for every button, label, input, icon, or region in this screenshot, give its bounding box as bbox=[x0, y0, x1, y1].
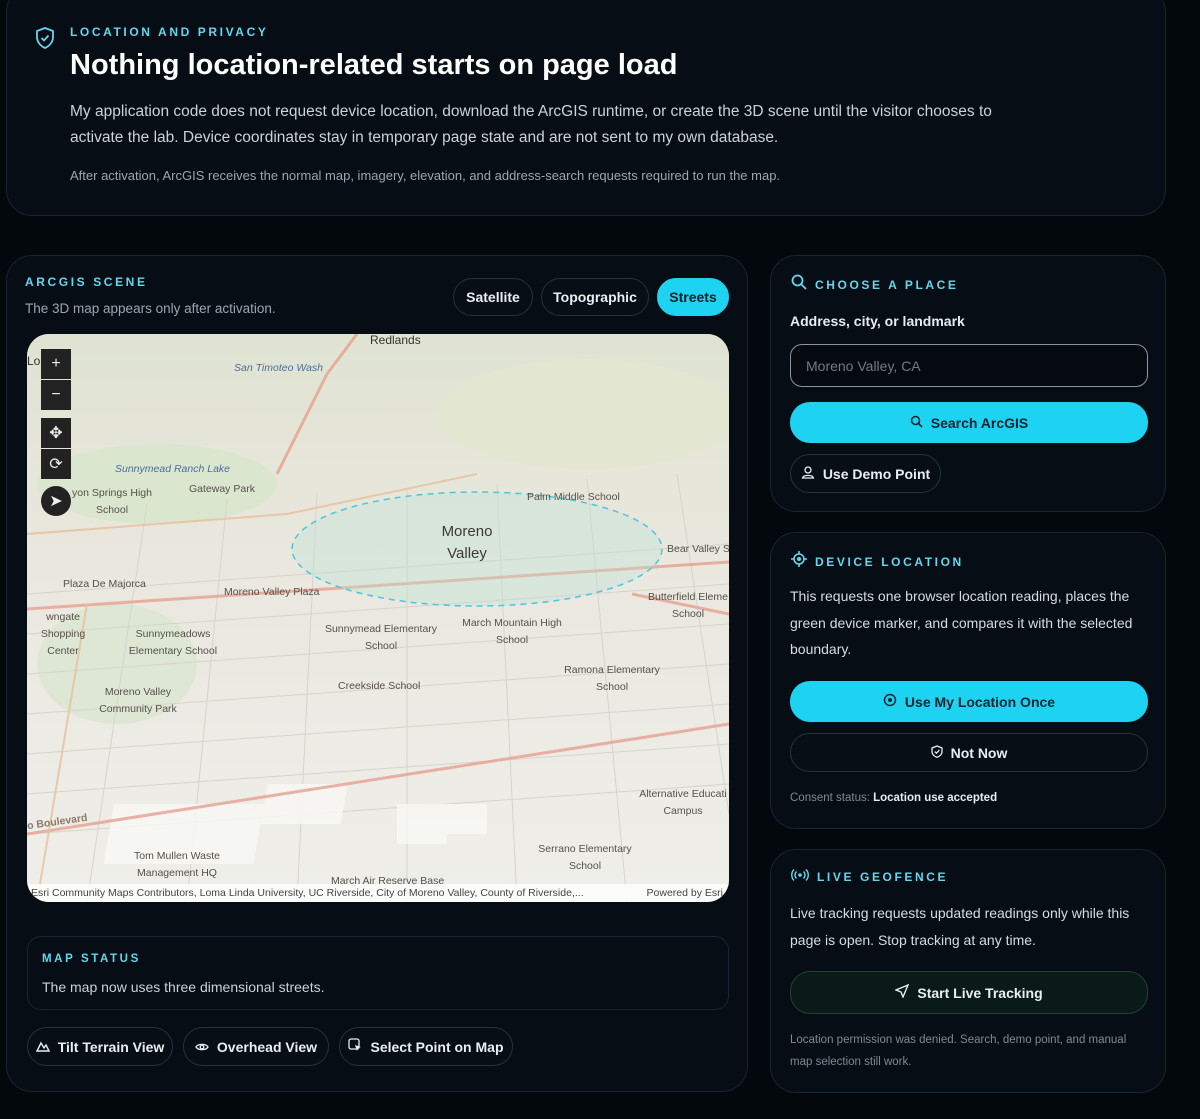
not-now-label: Not Now bbox=[950, 744, 1008, 761]
powered-by-esri-link[interactable]: Powered by Esri bbox=[647, 887, 723, 899]
not-now-button[interactable]: Not Now bbox=[790, 733, 1148, 772]
eye-icon bbox=[195, 1039, 209, 1055]
tilt-terrain-button[interactable]: Tilt Terrain View bbox=[27, 1027, 173, 1066]
live-geofence-panel: LIVE GEOFENCE Live tracking requests upd… bbox=[770, 849, 1166, 1093]
consent-status-prefix: Consent status: bbox=[790, 792, 870, 804]
start-live-tracking-button[interactable]: Start Live Tracking bbox=[790, 971, 1148, 1014]
start-live-tracking-label: Start Live Tracking bbox=[917, 984, 1043, 1001]
device-location-eyebrow: DEVICE LOCATION bbox=[815, 554, 964, 569]
map-attribution: Esri Community Maps Contributors, Loma L… bbox=[27, 884, 729, 902]
search-icon bbox=[791, 274, 807, 295]
map-label: March Mountain High School bbox=[462, 617, 562, 646]
basemap-streets-button[interactable]: Streets bbox=[657, 278, 729, 316]
privacy-eyebrow: LOCATION AND PRIVACY bbox=[70, 25, 269, 39]
mountain-icon bbox=[35, 1039, 50, 1055]
permission-denied-note: Location permission was denied. Search, … bbox=[790, 1034, 1127, 1068]
attribution-text: Esri Community Maps Contributors, Loma L… bbox=[31, 887, 584, 899]
map-status-text: The map now uses three dimensional stree… bbox=[42, 979, 325, 995]
map-label: Bear Valley S bbox=[667, 543, 729, 555]
map-label: Ramona Elementary School bbox=[564, 664, 660, 693]
overhead-view-label: Overhead View bbox=[216, 1038, 318, 1055]
address-search-input[interactable] bbox=[790, 344, 1148, 387]
map-canvas bbox=[27, 334, 729, 902]
page-title: Nothing location-related starts on page … bbox=[70, 49, 678, 81]
device-location-body: This requests one browser location readi… bbox=[790, 588, 1133, 657]
map-label: Moreno Valley Community Park bbox=[99, 686, 177, 715]
tilt-terrain-label: Tilt Terrain View bbox=[57, 1038, 165, 1055]
map-label-city: Moreno Valley bbox=[441, 523, 493, 562]
shield-check-icon bbox=[930, 744, 943, 761]
basemap-topographic-button[interactable]: Topographic bbox=[541, 278, 649, 316]
privacy-body: My application code does not request dev… bbox=[70, 103, 992, 146]
map-label: Alternative Educati Campus bbox=[639, 788, 727, 817]
choose-place-eyebrow: CHOOSE A PLACE bbox=[815, 277, 959, 292]
select-point-label: Select Point on Map bbox=[370, 1038, 504, 1055]
consent-status: Consent status: Location use accepted bbox=[790, 787, 997, 809]
search-icon bbox=[910, 415, 923, 431]
map-label: Sunnymeadows Elementary School bbox=[128, 628, 218, 657]
compass-icon: ➤ bbox=[49, 493, 63, 510]
address-field-label: Address, city, or landmark bbox=[790, 313, 965, 329]
map-label: Butterfield Eleme School bbox=[648, 591, 728, 620]
scene-subtitle: The 3D map appears only after activation… bbox=[25, 301, 276, 316]
arcgis-scene-panel: ARCGIS SCENE The 3D map appears only aft… bbox=[6, 255, 748, 1092]
live-geofence-body: Live tracking requests updated readings … bbox=[790, 905, 1130, 948]
map-label: Serrano Elementary School bbox=[538, 843, 632, 872]
map-status-eyebrow: MAP STATUS bbox=[42, 953, 141, 965]
overhead-view-button[interactable]: Overhead View bbox=[183, 1027, 329, 1066]
move-icon: ✥ bbox=[49, 425, 63, 442]
user-pin-icon bbox=[801, 465, 815, 482]
map-label: Plaza De Majorca bbox=[63, 578, 146, 590]
shield-check-icon bbox=[35, 27, 55, 54]
basemap-satellite-button[interactable]: Satellite bbox=[453, 278, 533, 316]
privacy-panel: LOCATION AND PRIVACY Nothing location-re… bbox=[6, 0, 1166, 216]
live-geofence-eyebrow: LIVE GEOFENCE bbox=[817, 870, 949, 884]
select-point-button[interactable]: Select Point on Map bbox=[339, 1027, 513, 1066]
compass-button[interactable]: ➤ bbox=[41, 486, 71, 516]
map-label: Gateway Park bbox=[189, 483, 255, 495]
map-label: Palm Middle School bbox=[527, 491, 620, 503]
map-label: Sunnymead Elementary School bbox=[324, 623, 438, 652]
live-geofence-header: LIVE GEOFENCE bbox=[791, 868, 948, 886]
device-location-panel: DEVICE LOCATION This requests one browse… bbox=[770, 532, 1166, 829]
choose-place-panel: CHOOSE A PLACE Address, city, or landmar… bbox=[770, 255, 1166, 512]
map-label: Tom Mullen Waste Management HQ bbox=[134, 850, 220, 879]
use-demo-point-label: Use Demo Point bbox=[822, 465, 931, 482]
map-view[interactable]: Redlands San Timoteo Wash Lon ida Sunnym… bbox=[27, 334, 729, 902]
privacy-note: After activation, ArcGIS receives the no… bbox=[70, 168, 781, 183]
map-label: Sunnymead Ranch Lake bbox=[115, 463, 230, 475]
consent-status-value: Location use accepted bbox=[873, 792, 998, 804]
locate-icon bbox=[883, 693, 897, 710]
map-label: Creekside School bbox=[338, 680, 421, 692]
map-label: Redlands bbox=[370, 334, 421, 347]
search-arcgis-label: Search ArcGIS bbox=[930, 414, 1029, 431]
search-arcgis-button[interactable]: Search ArcGIS bbox=[790, 402, 1148, 443]
map-label: yon Springs High School bbox=[72, 487, 152, 516]
rotate-mode-button[interactable]: ⟳ bbox=[41, 449, 71, 479]
choose-place-header: CHOOSE A PLACE bbox=[791, 274, 959, 295]
use-demo-point-button[interactable]: Use Demo Point bbox=[790, 454, 941, 493]
send-arrow-icon bbox=[894, 983, 910, 1001]
rotate-icon: ⟳ bbox=[49, 456, 63, 473]
map-label: wngate Shopping Center bbox=[40, 611, 86, 657]
pan-mode-button[interactable]: ✥ bbox=[41, 418, 71, 448]
crosshair-icon bbox=[791, 551, 807, 572]
device-location-header: DEVICE LOCATION bbox=[791, 551, 964, 572]
scene-eyebrow: ARCGIS SCENE bbox=[25, 275, 148, 289]
use-my-location-button[interactable]: Use My Location Once bbox=[790, 681, 1148, 722]
map-status-box: MAP STATUS The map now uses three dimens… bbox=[27, 936, 729, 1010]
broadcast-icon bbox=[791, 868, 809, 886]
map-label: Moreno Valley Plaza bbox=[224, 586, 320, 598]
map-label: San Timoteo Wash bbox=[234, 362, 324, 374]
zoom-out-button[interactable]: − bbox=[41, 380, 71, 410]
cursor-select-icon bbox=[348, 1038, 362, 1055]
use-my-location-label: Use My Location Once bbox=[904, 693, 1056, 710]
zoom-in-button[interactable]: + bbox=[41, 349, 71, 379]
